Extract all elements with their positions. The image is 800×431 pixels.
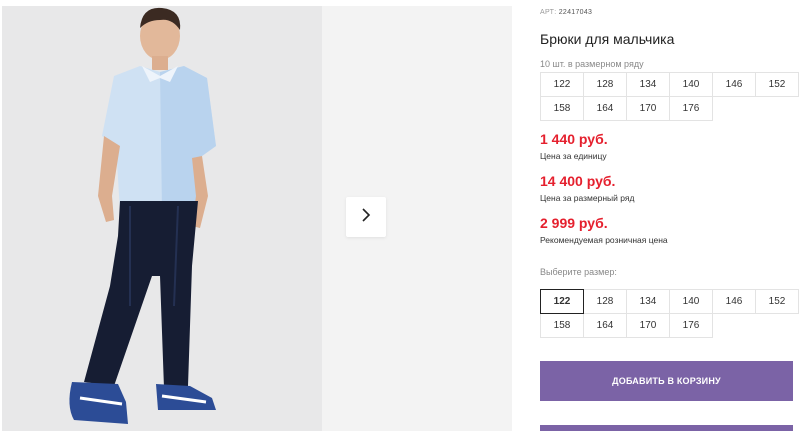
size-option[interactable]: 140 [669, 289, 713, 314]
size-range-cell: 128 [583, 72, 627, 97]
unit-price-label: Цена за единицу [540, 151, 607, 161]
product-title: Брюки для мальчика [540, 31, 675, 47]
size-range-cell: 122 [540, 72, 584, 97]
size-option[interactable]: 158 [540, 313, 584, 338]
size-range-cell: 170 [626, 96, 670, 121]
size-range-cell: 158 [540, 96, 584, 121]
retail-price: 2 999 руб. [540, 215, 608, 231]
size-range-grid: 122 128 134 140 146 152 158 164 170 176 [540, 72, 799, 121]
size-option[interactable]: 146 [712, 289, 756, 314]
article-number: АРТ: 22417043 [540, 9, 592, 16]
size-option[interactable]: 176 [669, 313, 713, 338]
size-picker: 122 128 134 140 146 152 158 164 170 176 [540, 289, 799, 338]
product-gallery [0, 0, 512, 431]
product-photo[interactable] [2, 6, 322, 431]
size-range-cell: 134 [626, 72, 670, 97]
size-range-cell: 152 [755, 72, 799, 97]
next-photo-button[interactable] [346, 197, 386, 237]
secondary-action-button[interactable] [540, 425, 793, 431]
size-option-selected[interactable]: 122 [540, 289, 584, 314]
pack-note: 10 шт. в размерном ряду [540, 59, 644, 69]
unit-price: 1 440 руб. [540, 131, 608, 147]
chevron-right-icon [360, 207, 372, 228]
size-option[interactable]: 152 [755, 289, 799, 314]
size-picker-label: Выберите размер: [540, 267, 617, 277]
retail-price-label: Рекомендуемая розничная цена [540, 235, 668, 245]
size-option[interactable]: 164 [583, 313, 627, 338]
size-range-cell: 140 [669, 72, 713, 97]
range-price: 14 400 руб. [540, 173, 616, 189]
size-option[interactable]: 128 [583, 289, 627, 314]
add-to-cart-button[interactable]: Добавить в корзину [540, 361, 793, 401]
size-option[interactable]: 170 [626, 313, 670, 338]
range-price-label: Цена за размерный ряд [540, 193, 635, 203]
size-range-cell: 176 [669, 96, 713, 121]
size-range-cell: 146 [712, 72, 756, 97]
article-value: 22417043 [558, 9, 593, 16]
size-range-cell: 164 [583, 96, 627, 121]
article-label: АРТ: [540, 9, 557, 16]
size-option[interactable]: 134 [626, 289, 670, 314]
product-photo-illustration [2, 6, 322, 431]
